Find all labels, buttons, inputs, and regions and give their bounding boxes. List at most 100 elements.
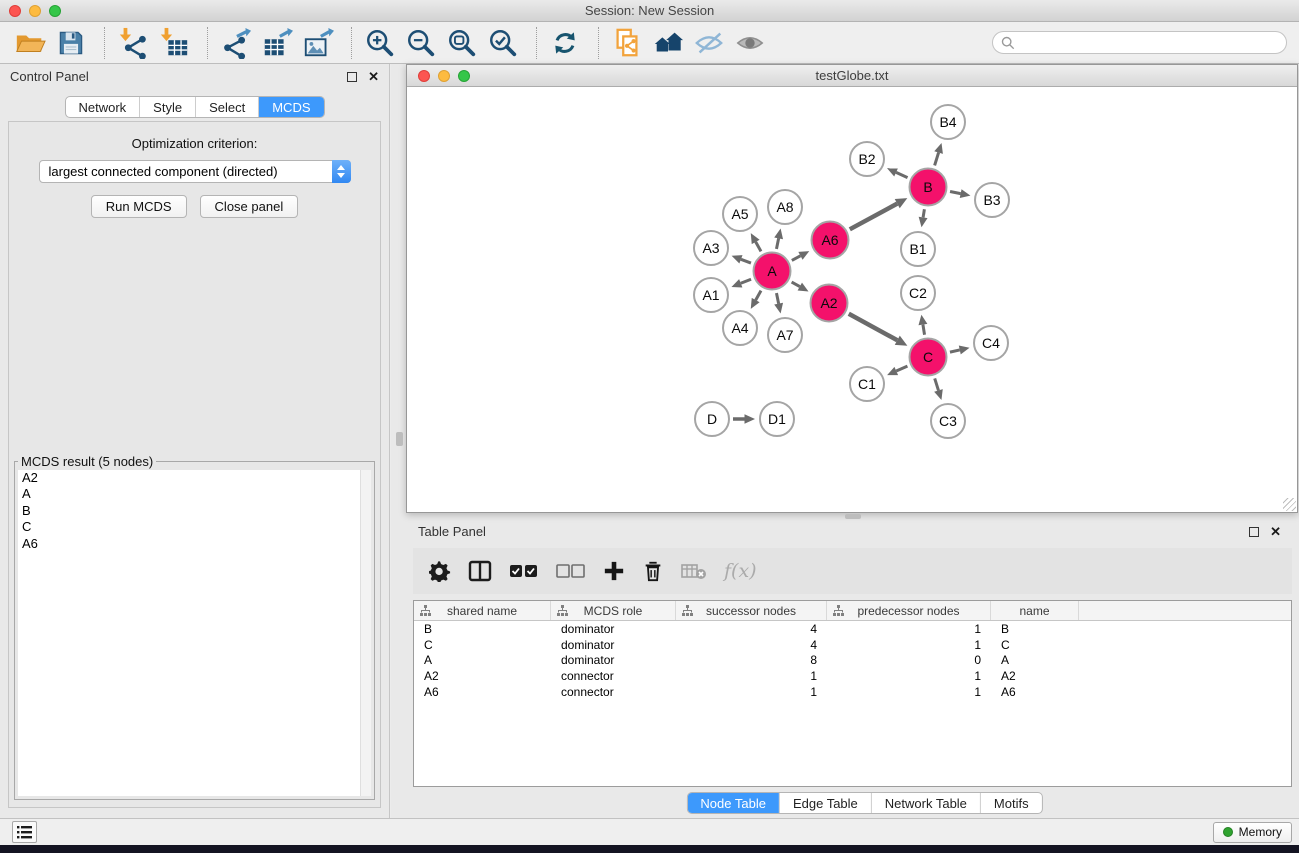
save-session-button[interactable] — [53, 25, 89, 61]
tab-node-table[interactable]: Node Table — [687, 793, 779, 813]
graph-node-a7[interactable]: A7 — [768, 318, 802, 352]
graph-node-b3[interactable]: B3 — [975, 183, 1009, 217]
table-cell: connector — [551, 669, 676, 683]
delete-table-button[interactable] — [681, 561, 707, 581]
graph-node-b4[interactable]: B4 — [931, 105, 965, 139]
close-network-button[interactable] — [418, 70, 430, 82]
table-cell: C — [414, 638, 551, 652]
node-table: shared nameMCDS rolesuccessor nodesprede… — [413, 600, 1292, 787]
export-image-button[interactable] — [300, 25, 336, 61]
import-network-button[interactable] — [115, 25, 151, 61]
graph-node-c[interactable]: C — [910, 339, 947, 376]
graph-node-c3[interactable]: C3 — [931, 404, 965, 438]
graph-edge — [792, 251, 809, 260]
open-session-button[interactable] — [12, 25, 48, 61]
graph-node-a8[interactable]: A8 — [768, 190, 802, 224]
graph-node-a6[interactable]: A6 — [812, 222, 849, 259]
graph-node-b2[interactable]: B2 — [850, 142, 884, 176]
tab-network-table[interactable]: Network Table — [871, 793, 980, 813]
graph-node-a[interactable]: A — [754, 253, 791, 290]
task-history-button[interactable] — [12, 821, 37, 843]
table-row[interactable]: Adominator80A — [414, 653, 1291, 669]
import-table-button[interactable] — [156, 25, 192, 61]
table-row[interactable]: A6connector11A6 — [414, 684, 1291, 700]
home-button[interactable] — [650, 25, 686, 61]
tab-network[interactable]: Network — [65, 97, 139, 117]
graph-node-c2[interactable]: C2 — [901, 276, 935, 310]
graph-node-b[interactable]: B — [910, 169, 947, 206]
run-mcds-button[interactable]: Run MCDS — [91, 195, 187, 218]
table-row[interactable]: Cdominator41C — [414, 637, 1291, 653]
close-panel-icon[interactable]: ✕ — [368, 72, 379, 82]
graph-node-a3[interactable]: A3 — [694, 231, 728, 265]
resize-grip-icon[interactable] — [1283, 498, 1296, 511]
graph-node-a1[interactable]: A1 — [694, 278, 728, 312]
zoom-selected-button[interactable] — [485, 25, 521, 61]
minimize-network-button[interactable] — [438, 70, 450, 82]
mcds-panel: Optimization criterion: largest connecte… — [8, 121, 381, 808]
table-panel: Table Panel ✕ — [406, 518, 1299, 818]
column-header-successor-nodes[interactable]: successor nodes — [676, 601, 827, 620]
mcds-result-item[interactable]: B — [18, 503, 371, 519]
float-panel-icon[interactable] — [347, 72, 357, 82]
column-header-shared-name[interactable]: shared name — [414, 601, 551, 620]
table-row[interactable]: Bdominator41B — [414, 621, 1291, 637]
table-cell: 1 — [676, 685, 827, 699]
column-header-mcds-role[interactable]: MCDS role — [551, 601, 676, 620]
delete-icon — [642, 560, 664, 582]
graph-node-c1[interactable]: C1 — [850, 367, 884, 401]
close-window-button[interactable] — [9, 5, 21, 17]
mcds-result-item[interactable]: A — [18, 486, 371, 502]
tab-mcds[interactable]: MCDS — [258, 97, 323, 117]
memory-button[interactable]: Memory — [1213, 822, 1292, 843]
function-builder-button[interactable]: f(x) — [724, 560, 757, 582]
control-panel-title: Control Panel — [10, 69, 89, 84]
graph-node-a2[interactable]: A2 — [811, 285, 848, 322]
close-table-panel-icon[interactable]: ✕ — [1270, 527, 1281, 537]
zoom-out-button[interactable] — [403, 25, 439, 61]
import-network-icon — [117, 27, 149, 59]
graph-node-b1[interactable]: B1 — [901, 232, 935, 266]
column-header-name[interactable]: name — [991, 601, 1079, 620]
zoom-fit-button[interactable] — [444, 25, 480, 61]
graph-node-c4[interactable]: C4 — [974, 326, 1008, 360]
float-table-panel-icon[interactable] — [1249, 527, 1259, 537]
mcds-result-item[interactable]: A2 — [18, 470, 371, 486]
mcds-result-item[interactable]: C — [18, 519, 371, 535]
minimize-window-button[interactable] — [29, 5, 41, 17]
graph-node-a5[interactable]: A5 — [723, 197, 757, 231]
deselect-all-button[interactable] — [556, 563, 586, 579]
graph-node-d1[interactable]: D1 — [760, 402, 794, 436]
tab-style[interactable]: Style — [139, 97, 195, 117]
export-network-button[interactable] — [218, 25, 254, 61]
network-canvas[interactable]: A A1 A2 A3 A4 A5 A6 A7 A8 B B1 B2 B3 B4 C C1 C2 C3 C4 D D1 — [407, 88, 1297, 512]
tab-select[interactable]: Select — [195, 97, 258, 117]
select-all-button[interactable] — [509, 563, 539, 579]
duplicate-network-button[interactable] — [609, 25, 645, 61]
table-row[interactable]: A2connector11A2 — [414, 668, 1291, 684]
gear-button[interactable] — [429, 560, 451, 582]
column-header-predecessor-nodes[interactable]: predecessor nodes — [827, 601, 991, 620]
hide-details-button[interactable] — [691, 25, 727, 61]
criterion-select[interactable]: largest connected component (directed) — [39, 160, 351, 183]
tab-motifs[interactable]: Motifs — [980, 793, 1042, 813]
table-cell: B — [991, 622, 1079, 636]
refresh-button[interactable] — [547, 25, 583, 61]
search-input[interactable] — [1020, 35, 1275, 50]
add-column-button[interactable] — [603, 560, 625, 582]
delete-column-button[interactable] — [642, 560, 664, 582]
table-cell: B — [414, 622, 551, 636]
graph-node-d[interactable]: D — [695, 402, 729, 436]
zoom-in-button[interactable] — [362, 25, 398, 61]
graph-node-a4[interactable]: A4 — [723, 311, 757, 345]
show-details-button[interactable] — [732, 25, 768, 61]
export-table-button[interactable] — [259, 25, 295, 61]
vertical-scrollbar-thumb[interactable] — [396, 432, 403, 446]
result-scrollbar[interactable] — [360, 470, 371, 796]
close-panel-button[interactable]: Close panel — [200, 195, 299, 218]
column-chooser-button[interactable] — [468, 559, 492, 583]
maximize-window-button[interactable] — [49, 5, 61, 17]
mcds-result-item[interactable]: A6 — [18, 536, 371, 552]
maximize-network-button[interactable] — [458, 70, 470, 82]
tab-edge-table[interactable]: Edge Table — [779, 793, 871, 813]
